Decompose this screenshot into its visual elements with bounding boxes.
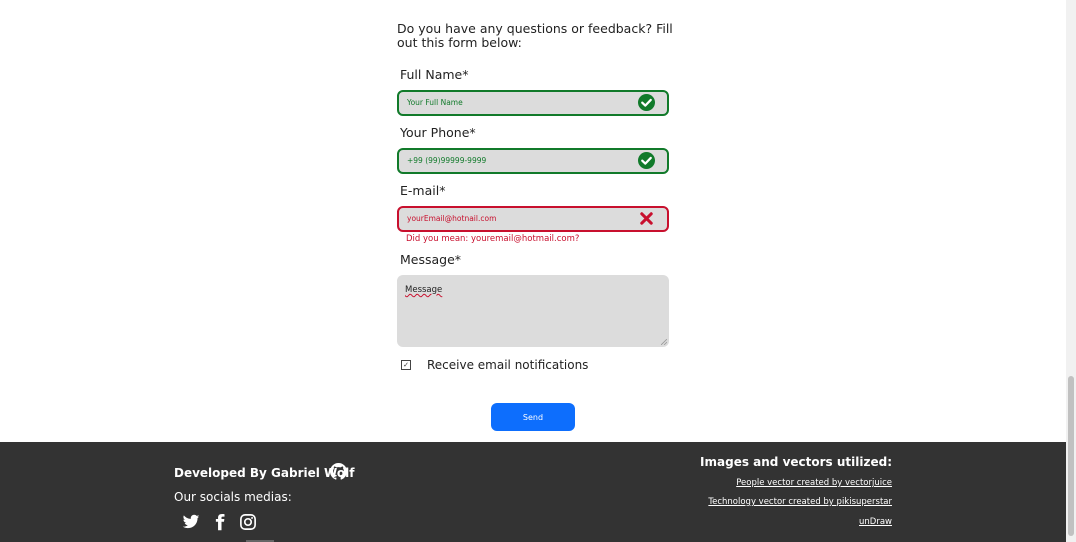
credit-link-undraw[interactable]: unDraw xyxy=(859,517,892,527)
socials-title: Our socials medias: xyxy=(174,490,292,504)
email-suggestion[interactable]: Did you mean: youremail@hotmail.com? xyxy=(406,234,579,244)
credits-title: Images and vectors utilized: xyxy=(700,455,892,469)
phone-label: Your Phone* xyxy=(400,125,476,140)
phone-value: +99 (99)99999-9999 xyxy=(407,156,487,165)
message-textarea[interactable]: Message xyxy=(397,275,669,347)
notifications-label[interactable]: Receive email notifications xyxy=(427,358,588,372)
facebook-icon[interactable] xyxy=(211,513,229,531)
valid-check-icon xyxy=(638,152,655,169)
instagram-icon[interactable] xyxy=(239,513,257,531)
valid-check-icon xyxy=(638,94,655,111)
form-intro: Do you have any questions or feedback? F… xyxy=(397,21,673,50)
notifications-checkbox[interactable]: ✓ xyxy=(401,360,411,370)
page: Do you have any questions or feedback? F… xyxy=(0,0,1066,542)
developer-credit: Developed By Gabriel Wolf xyxy=(174,466,355,480)
credit-link-technology[interactable]: Technology vector created by pikisuperst… xyxy=(708,497,892,507)
page-scrollbar[interactable] xyxy=(1066,0,1076,542)
send-button[interactable]: Send xyxy=(491,403,575,431)
invalid-x-icon xyxy=(640,212,653,225)
email-value: yourEmail@hotnail.com xyxy=(407,214,497,223)
twitter-icon[interactable] xyxy=(182,513,200,531)
scrollbar-thumb[interactable] xyxy=(1068,376,1074,536)
phone-field[interactable]: +99 (99)99999-9999 xyxy=(397,148,669,174)
message-placeholder: Message xyxy=(405,285,443,295)
footer: Developed By Gabriel Wolf Our socials me… xyxy=(0,442,1066,542)
email-field[interactable]: yourEmail@hotnail.com xyxy=(397,206,669,232)
message-label: Message* xyxy=(400,252,462,267)
credit-link-people[interactable]: People vector created by vectorjuice xyxy=(736,478,892,488)
resize-handle-icon[interactable] xyxy=(661,339,667,345)
email-label: E-mail* xyxy=(400,183,446,198)
full-name-value: Your Full Name xyxy=(407,98,463,107)
full-name-field[interactable]: Your Full Name xyxy=(397,90,669,116)
full-name-label: Full Name* xyxy=(400,67,469,82)
github-icon[interactable] xyxy=(330,463,347,480)
